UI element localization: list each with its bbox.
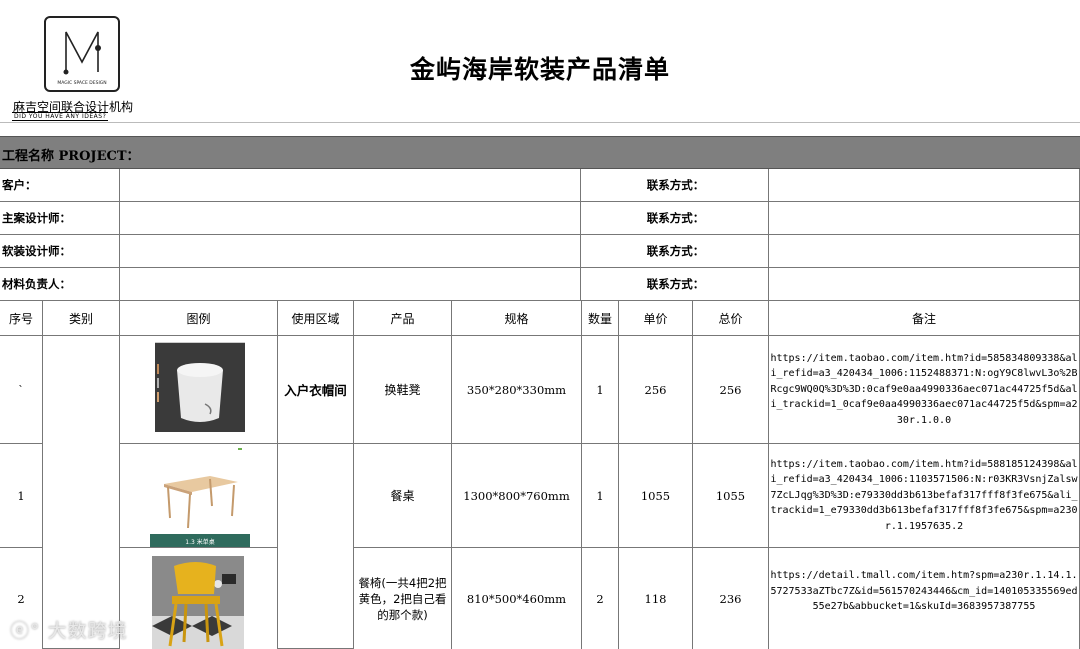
image-caption: 1.3 米单桌 bbox=[185, 538, 215, 546]
product-image-cell bbox=[120, 548, 278, 649]
col-header-note: 备注 bbox=[769, 301, 1080, 336]
client-contact-cell[interactable] bbox=[769, 169, 1080, 202]
dining-chair-image bbox=[152, 556, 244, 649]
product-cell: 餐椅(一共4把2把黄色，2把自己看的那个款) bbox=[354, 548, 452, 649]
note-link[interactable]: https://detail.tmall.com/item.htm?spm=a2… bbox=[769, 548, 1080, 649]
qty-cell: 1 bbox=[582, 336, 619, 444]
unit-price-cell: 1055 bbox=[619, 444, 693, 548]
col-header-image: 图例 bbox=[120, 301, 278, 336]
product-image-cell: 1.3 米单桌 bbox=[120, 444, 278, 548]
material-manager-label: 材料负责人： bbox=[0, 268, 120, 301]
client-value-cell[interactable] bbox=[120, 169, 581, 202]
lead-designer-value-cell[interactable] bbox=[120, 202, 581, 235]
soft-designer-contact-label: 联系方式： bbox=[581, 235, 769, 268]
col-header-index: 序号 bbox=[0, 301, 43, 336]
col-header-product: 产品 bbox=[354, 301, 452, 336]
soft-designer-label: 软装设计师： bbox=[0, 235, 120, 268]
product-cell: 换鞋凳 bbox=[354, 336, 452, 444]
col-header-qty: 数量 bbox=[582, 301, 619, 336]
note-link[interactable]: https://item.taobao.com/item.htm?id=5881… bbox=[769, 444, 1080, 548]
dining-table-image: 1.3 米单桌 bbox=[150, 446, 250, 547]
spec-cell: 1300*800*760mm bbox=[452, 444, 582, 548]
total-cell: 1055 bbox=[693, 444, 769, 548]
category-cell[interactable] bbox=[43, 336, 120, 649]
material-manager-contact-label: 联系方式： bbox=[581, 268, 769, 301]
project-label: 工程名称 PROJECT： bbox=[2, 149, 140, 164]
spec-cell: 810*500*460mm bbox=[452, 548, 582, 649]
product-cell: 餐桌 bbox=[354, 444, 452, 548]
lead-designer-label: 主案设计师： bbox=[0, 202, 120, 235]
unit-price-cell: 118 bbox=[619, 548, 693, 649]
col-header-category: 类别 bbox=[43, 301, 120, 336]
spec-cell: 350*280*330mm bbox=[452, 336, 582, 444]
material-manager-contact-cell[interactable] bbox=[769, 268, 1080, 301]
soft-designer-contact-cell[interactable] bbox=[769, 235, 1080, 268]
row-index: 1 bbox=[0, 444, 43, 548]
qty-cell: 2 bbox=[582, 548, 619, 649]
col-header-area: 使用区域 bbox=[278, 301, 354, 336]
area-cell: 入户衣帽间 bbox=[278, 336, 354, 444]
product-image-cell bbox=[120, 336, 278, 444]
watermark-text: 大数跨境 bbox=[47, 620, 128, 642]
shoe-stool-image bbox=[155, 342, 245, 432]
client-contact-label: 联系方式： bbox=[581, 169, 769, 202]
lead-designer-contact-cell[interactable] bbox=[769, 202, 1080, 235]
client-label: 客户： bbox=[0, 169, 120, 202]
col-header-spec: 规格 bbox=[452, 301, 582, 336]
watermark: ⓔ° 大数跨境 bbox=[10, 616, 128, 643]
soft-designer-value-cell[interactable] bbox=[120, 235, 581, 268]
total-cell: 236 bbox=[693, 548, 769, 649]
total-cell: 256 bbox=[693, 336, 769, 444]
lead-designer-contact-label: 联系方式： bbox=[581, 202, 769, 235]
header-divider bbox=[0, 122, 1080, 123]
row-index: ` bbox=[0, 336, 43, 444]
watermark-logo-icon: ⓔ° bbox=[10, 620, 41, 642]
material-manager-value-cell[interactable] bbox=[120, 268, 581, 301]
logo-tagline: DID YOU HAVE ANY IDEAS? bbox=[12, 112, 109, 121]
page-title: 金屿海岸软装产品清单 bbox=[409, 55, 670, 84]
note-link[interactable]: https://item.taobao.com/item.htm?id=5858… bbox=[769, 336, 1080, 444]
qty-cell: 1 bbox=[582, 444, 619, 548]
unit-price-cell: 256 bbox=[619, 336, 693, 444]
col-header-total: 总价 bbox=[693, 301, 769, 336]
col-header-unit-price: 单价 bbox=[619, 301, 693, 336]
area-cell-merged[interactable] bbox=[278, 444, 354, 649]
project-name-row[interactable]: 工程名称 PROJECT： bbox=[0, 136, 1080, 169]
